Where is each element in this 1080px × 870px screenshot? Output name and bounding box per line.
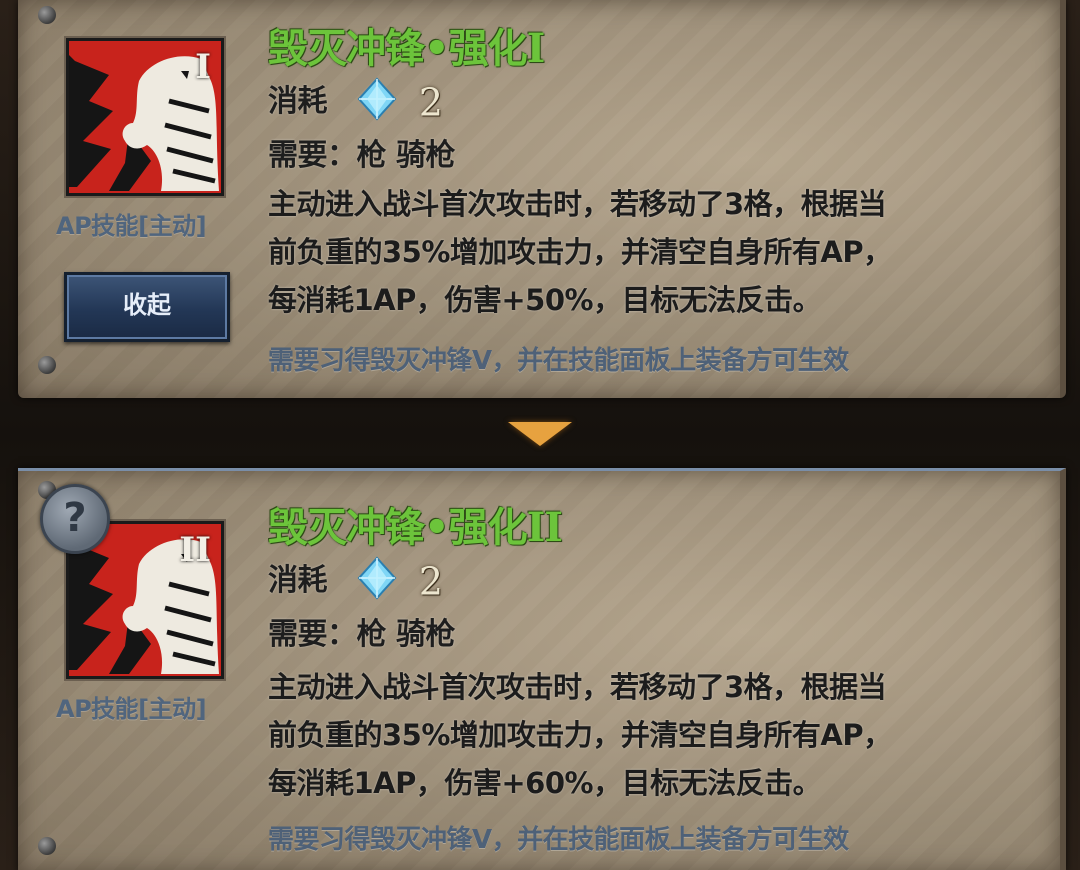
skill-detail-screen: I AP技能[主动] 收起 毁灭冲锋•强化I 消耗 2 需要：枪 骑枪 主动进入…	[0, 0, 1080, 870]
weapon-requirement: 需要：枪 骑枪	[268, 138, 455, 173]
unlock-requirement-note: 需要习得毁灭冲锋V，并在技能面板上装备方可生效	[268, 346, 849, 376]
help-icon[interactable]: ?	[40, 484, 110, 554]
crystal-icon	[355, 556, 399, 608]
rivet-icon	[38, 356, 56, 374]
skill-title: 毁灭冲锋•强化II	[268, 504, 563, 551]
collapse-button[interactable]: 收起	[64, 272, 230, 342]
cost-value: 2	[418, 559, 443, 604]
cost-value: 2	[418, 80, 443, 125]
description-line: 前负重的35%增加攻击力，并清空自身所有AP，	[268, 718, 892, 752]
crystal-icon	[355, 77, 399, 129]
description-line: 每消耗1AP，伤害+60%，目标无法反击。	[268, 766, 822, 800]
description-line: 每消耗1AP，伤害+50%，目标无法反击。	[268, 283, 822, 317]
down-arrow-icon	[508, 422, 572, 446]
description-line: 主动进入战斗首次攻击时，若移动了3格，根据当	[268, 670, 887, 704]
weapon-requirement: 需要：枪 骑枪	[268, 617, 455, 652]
skill-title: 毁灭冲锋•强化I	[268, 25, 545, 72]
skill-type-caption: AP技能[主动]	[56, 212, 207, 240]
skill-description: 主动进入战斗首次攻击时，若移动了3格，根据当 前负重的35%增加攻击力，并清空自…	[268, 180, 1028, 324]
skill-level-roman: I	[195, 47, 211, 87]
description-line: 前负重的35%增加攻击力，并清空自身所有AP，	[268, 235, 892, 269]
rivet-icon	[38, 6, 56, 24]
skill-description: 主动进入战斗首次攻击时，若移动了3格，根据当 前负重的35%增加攻击力，并清空自…	[268, 663, 1028, 807]
skill-type-caption: AP技能[主动]	[56, 695, 207, 723]
description-line: 主动进入战斗首次攻击时，若移动了3格，根据当	[268, 187, 887, 221]
cost-row: 消耗 2	[268, 555, 443, 604]
cost-label: 消耗	[268, 563, 328, 598]
skill-card-1: I AP技能[主动] 收起 毁灭冲锋•强化I 消耗 2 需要：枪 骑枪 主动进入…	[18, 0, 1066, 398]
horse-skill-icon: I	[66, 38, 224, 196]
skill-card-2: II AP技能[主动] 毁灭冲锋•强化II 消耗 2 需要：枪 骑枪 主动进入战…	[18, 468, 1066, 870]
unlock-requirement-note: 需要习得毁灭冲锋V，并在技能面板上装备方可生效	[268, 825, 849, 855]
cost-label: 消耗	[268, 84, 328, 119]
rivet-icon	[38, 837, 56, 855]
skill-level-roman: II	[179, 530, 211, 570]
cost-row: 消耗 2	[268, 76, 443, 125]
